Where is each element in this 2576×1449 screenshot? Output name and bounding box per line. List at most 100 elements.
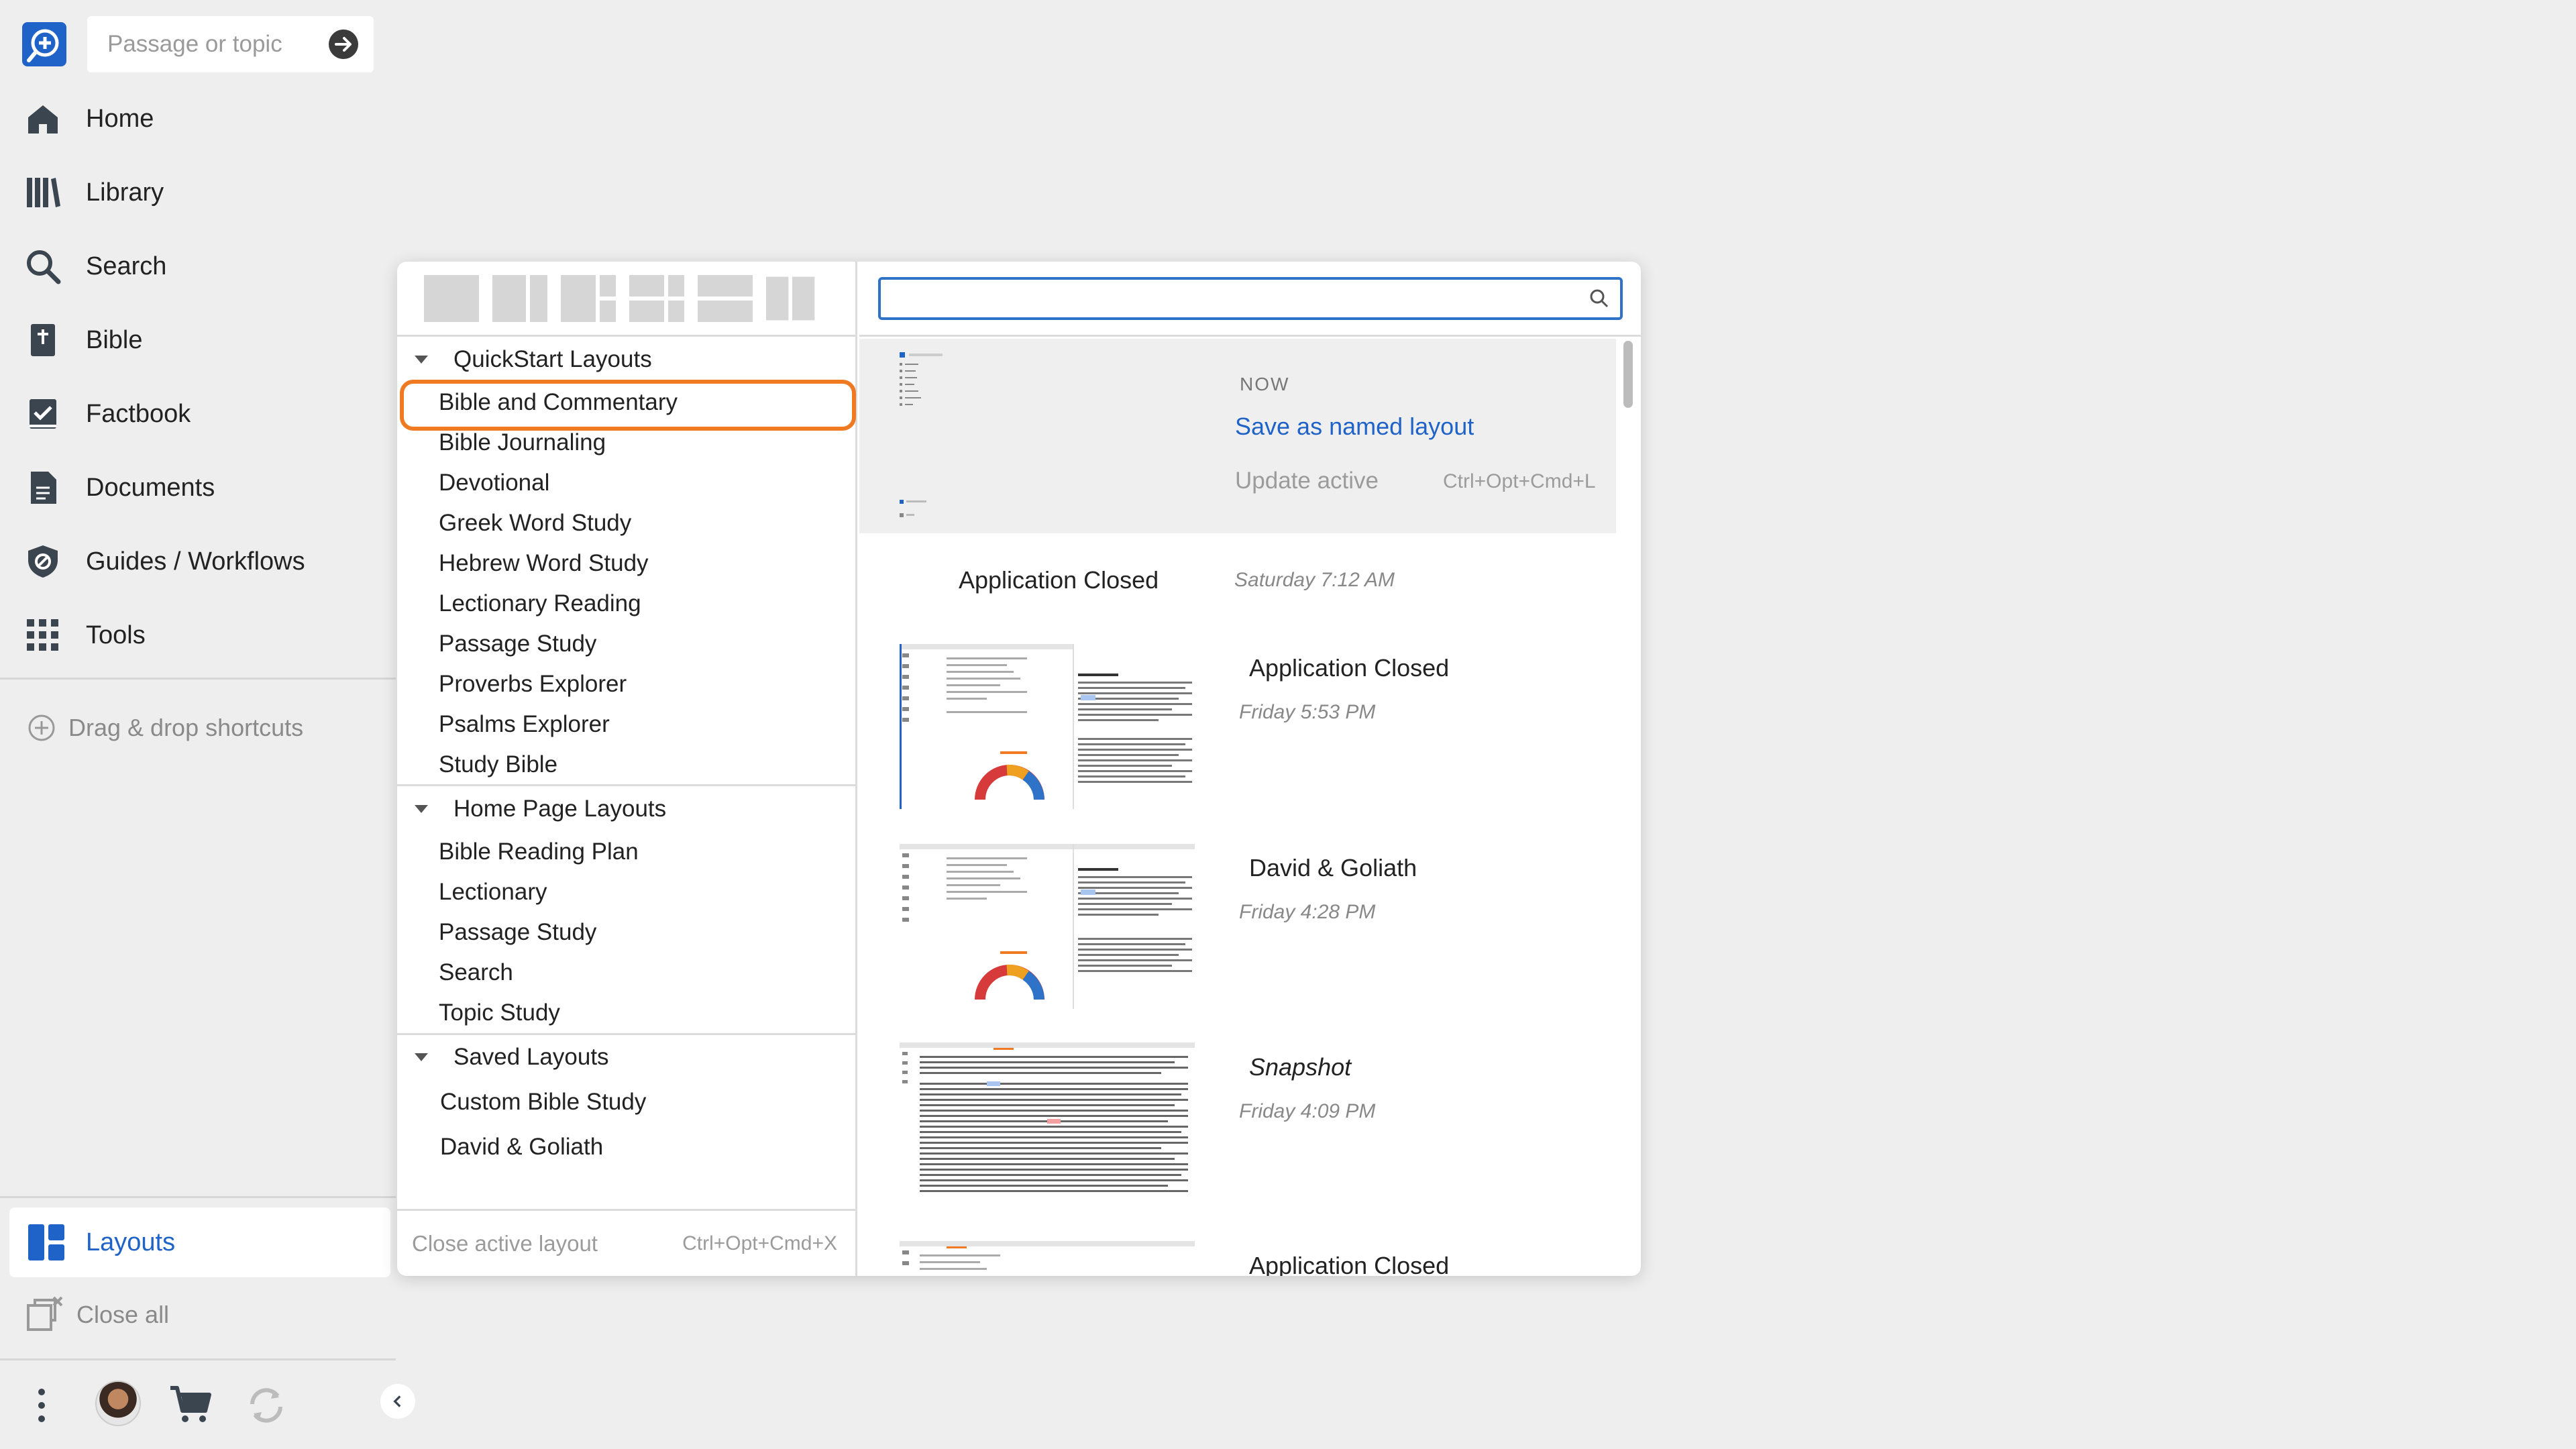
layout-item-greek-word-study[interactable]: Greek Word Study bbox=[439, 503, 631, 543]
nav-search[interactable]: Search bbox=[23, 239, 166, 293]
nav-label: Tools bbox=[86, 621, 146, 649]
nav-home[interactable]: Home bbox=[23, 92, 154, 146]
drag-drop-label: Drag & drop shortcuts bbox=[68, 714, 304, 741]
group-title: QuickStart Layouts bbox=[453, 346, 652, 372]
add-circle-icon bbox=[28, 714, 55, 741]
chevron-left-icon bbox=[393, 1395, 401, 1407]
current-layout-thumbnail bbox=[900, 352, 943, 517]
layout-filter-input[interactable] bbox=[878, 276, 1623, 320]
layout-item-bible-reading-plan[interactable]: Bible Reading Plan bbox=[439, 832, 639, 872]
home-icon bbox=[23, 99, 63, 139]
update-active-shortcut: Ctrl+Opt+Cmd+L bbox=[1443, 470, 1596, 492]
close-active-layout-row[interactable]: Close active layout Ctrl+Opt+Cmd+X bbox=[397, 1209, 857, 1276]
collapse-triangle-icon bbox=[415, 356, 428, 364]
history-entry-title[interactable]: David & Goliath bbox=[1249, 854, 1417, 882]
nav-label: Bible bbox=[86, 325, 143, 354]
factbook-icon bbox=[23, 394, 63, 434]
group-title: Home Page Layouts bbox=[453, 796, 667, 822]
history-entry-time: Friday 5:53 PM bbox=[1239, 701, 1376, 723]
group-header-saved[interactable]: Saved Layouts bbox=[397, 1037, 857, 1077]
close-all-icon bbox=[27, 1296, 63, 1331]
nav-label: Guides / Workflows bbox=[86, 547, 305, 576]
nav-label: Documents bbox=[86, 473, 215, 502]
cart-icon[interactable] bbox=[168, 1384, 212, 1424]
layout-item-bible-and-commentary[interactable]: Bible and Commentary bbox=[439, 382, 678, 423]
app-logo-icon[interactable] bbox=[21, 21, 68, 68]
nav-label: Library bbox=[86, 178, 164, 207]
search-placeholder: Passage or topic bbox=[107, 31, 282, 57]
tools-icon bbox=[23, 615, 63, 655]
nav-label: Home bbox=[86, 104, 154, 133]
nav-label: Search bbox=[86, 252, 167, 280]
layouts-button[interactable]: Layouts bbox=[9, 1208, 390, 1277]
layout-item-psalms-explorer[interactable]: Psalms Explorer bbox=[439, 704, 610, 745]
sidebar-divider bbox=[0, 1196, 396, 1198]
current-layout-block: NOW Save as named layout Update active C… bbox=[859, 339, 1616, 533]
nav-guides-workflows[interactable]: Guides / Workflows bbox=[23, 535, 305, 588]
layout-item-lectionary[interactable]: Lectionary bbox=[439, 872, 547, 912]
close-all-label: Close all bbox=[76, 1301, 170, 1328]
drag-drop-shortcuts[interactable]: Drag & drop shortcuts bbox=[27, 704, 303, 751]
layout-item-passage-study-home[interactable]: Passage Study bbox=[439, 912, 596, 953]
sidebar-bottom-bar bbox=[0, 1372, 429, 1432]
history-entry-thumbnail[interactable] bbox=[900, 1241, 1195, 1276]
guides-icon bbox=[23, 541, 63, 582]
sidebar: Passage or topic Home Library Search Bib… bbox=[0, 0, 415, 1449]
nav-documents[interactable]: Documents bbox=[23, 461, 215, 515]
history-entry-title[interactable]: Application Closed bbox=[1249, 1252, 1449, 1276]
history-entry-thumbnail[interactable] bbox=[900, 844, 1195, 1009]
sync-icon[interactable] bbox=[244, 1384, 288, 1427]
layouts-label: Layouts bbox=[86, 1228, 176, 1256]
group-divider bbox=[397, 784, 857, 786]
layout-history-pane: NOW Save as named layout Update active C… bbox=[859, 262, 1641, 1276]
nav-factbook[interactable]: Factbook bbox=[23, 387, 191, 441]
history-scrollbar[interactable] bbox=[1623, 341, 1633, 408]
documents-icon bbox=[23, 468, 63, 508]
update-active-link[interactable]: Update active bbox=[1235, 468, 1379, 494]
layout-item-topic-study[interactable]: Topic Study bbox=[439, 993, 560, 1033]
close-active-shortcut: Ctrl+Opt+Cmd+X bbox=[682, 1232, 837, 1254]
layout-item-hebrew-word-study[interactable]: Hebrew Word Study bbox=[439, 543, 649, 584]
layouts-list: QuickStart Layouts Bible and Commentary … bbox=[397, 262, 857, 1276]
nav-bible[interactable]: Bible bbox=[23, 313, 143, 367]
group-divider bbox=[397, 1033, 857, 1035]
layout-item-bible-journaling[interactable]: Bible Journaling bbox=[439, 423, 606, 463]
layout-item-lectionary-reading[interactable]: Lectionary Reading bbox=[439, 584, 641, 624]
filter-row bbox=[859, 262, 1641, 337]
history-entry-time: Friday 4:28 PM bbox=[1239, 901, 1376, 923]
sidebar-divider bbox=[0, 1358, 396, 1360]
layout-item-search[interactable]: Search bbox=[439, 953, 513, 993]
history-entry-time: Saturday 7:12 AM bbox=[1234, 569, 1395, 591]
history-entry-title[interactable]: Application Closed bbox=[959, 566, 1159, 594]
collapse-triangle-icon bbox=[415, 805, 428, 813]
layout-item-david-goliath[interactable]: David & Goliath bbox=[440, 1127, 603, 1167]
layout-item-proverbs-explorer[interactable]: Proverbs Explorer bbox=[439, 664, 627, 704]
layout-item-custom-bible-study[interactable]: Custom Bible Study bbox=[440, 1082, 646, 1122]
layout-item-devotional[interactable]: Devotional bbox=[439, 463, 549, 503]
history-entry-thumbnail[interactable] bbox=[900, 644, 1195, 809]
more-options-icon[interactable] bbox=[32, 1385, 51, 1426]
history-entry-title[interactable]: Snapshot bbox=[1249, 1053, 1351, 1081]
group-header-quickstart[interactable]: QuickStart Layouts bbox=[397, 339, 857, 380]
layout-item-study-bible[interactable]: Study Bible bbox=[439, 745, 557, 785]
go-arrow-icon[interactable] bbox=[327, 28, 360, 61]
library-icon bbox=[23, 172, 63, 213]
nav-tools[interactable]: Tools bbox=[23, 608, 146, 662]
collapse-sidebar-button[interactable] bbox=[380, 1384, 415, 1419]
nav-library[interactable]: Library bbox=[23, 166, 164, 219]
passage-search-input[interactable]: Passage or topic bbox=[87, 16, 374, 72]
history-entry-title[interactable]: Application Closed bbox=[1249, 654, 1449, 682]
history-entry-thumbnail[interactable] bbox=[900, 1042, 1195, 1208]
search-icon bbox=[1590, 289, 1609, 307]
close-active-label: Close active layout bbox=[412, 1230, 598, 1256]
save-as-named-layout-link[interactable]: Save as named layout bbox=[1235, 413, 1474, 441]
search-icon bbox=[23, 246, 63, 286]
group-header-home-page[interactable]: Home Page Layouts bbox=[397, 789, 857, 829]
now-label: NOW bbox=[1240, 374, 1290, 394]
collapse-triangle-icon bbox=[415, 1053, 428, 1061]
layouts-icon bbox=[28, 1224, 64, 1260]
layout-item-passage-study[interactable]: Passage Study bbox=[439, 624, 596, 664]
user-avatar[interactable] bbox=[95, 1381, 141, 1426]
group-title: Saved Layouts bbox=[453, 1044, 609, 1070]
close-all-button[interactable]: Close all bbox=[24, 1288, 169, 1342]
